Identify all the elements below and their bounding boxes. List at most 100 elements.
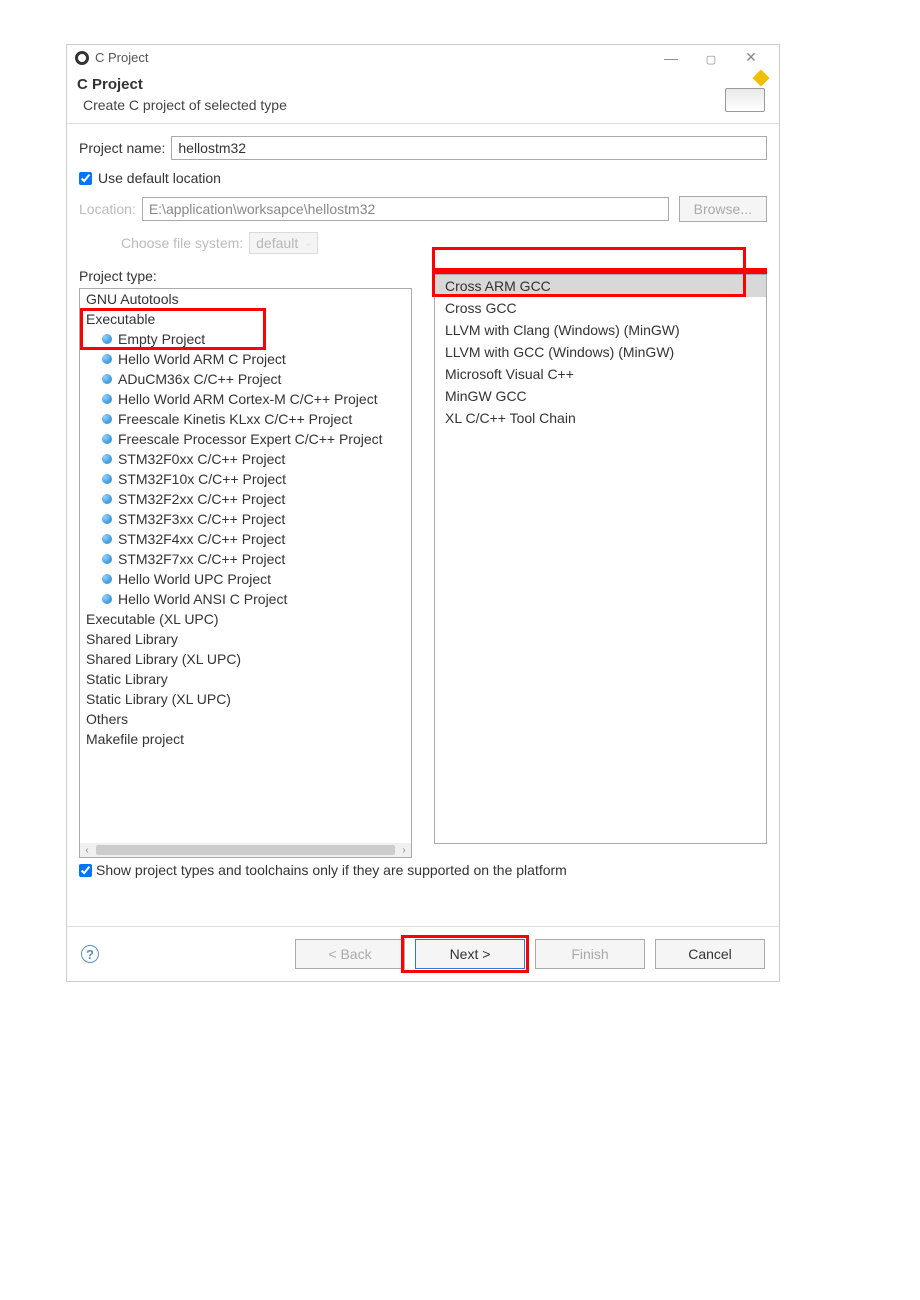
project-name-label: Project name: xyxy=(79,140,165,156)
project-type-item-label: Hello World ARM Cortex-M C/C++ Project xyxy=(118,391,378,407)
project-type-item-label: STM32F4xx C/C++ Project xyxy=(118,531,285,547)
project-type-item[interactable]: Hello World UPC Project xyxy=(80,569,411,589)
project-bullet-icon xyxy=(102,414,112,424)
project-type-item[interactable]: STM32F0xx C/C++ Project xyxy=(80,449,411,469)
use-default-location-label: Use default location xyxy=(98,170,221,186)
project-bullet-icon xyxy=(102,454,112,464)
project-type-item-label: Hello World UPC Project xyxy=(118,571,271,587)
browse-button: Browse... xyxy=(679,196,767,222)
project-type-item[interactable]: Static Library (XL UPC) xyxy=(80,689,411,709)
wizard-body: Project name: Use default location Locat… xyxy=(67,123,779,926)
project-type-item[interactable]: ADuCM36x C/C++ Project xyxy=(80,369,411,389)
project-type-item-label: STM32F0xx C/C++ Project xyxy=(118,451,285,467)
project-type-item[interactable]: STM32F3xx C/C++ Project xyxy=(80,509,411,529)
project-bullet-icon xyxy=(102,574,112,584)
page-subtitle: Create C project of selected type xyxy=(83,97,769,113)
project-type-item-label: Freescale Kinetis KLxx C/C++ Project xyxy=(118,411,352,427)
cancel-button[interactable]: Cancel xyxy=(655,939,765,969)
project-type-item[interactable]: Makefile project xyxy=(80,729,411,749)
project-type-item-label: STM32F2xx C/C++ Project xyxy=(118,491,285,507)
scroll-left-icon[interactable]: ‹ xyxy=(80,845,94,856)
project-bullet-icon xyxy=(102,594,112,604)
project-type-item[interactable]: Empty Project xyxy=(80,329,411,349)
toolchain-item[interactable]: LLVM with Clang (Windows) (MinGW) xyxy=(435,319,766,341)
window-title: C Project xyxy=(95,50,651,65)
back-button: < Back xyxy=(295,939,405,969)
project-type-label: Project type: xyxy=(79,268,412,284)
use-default-location-checkbox[interactable]: Use default location xyxy=(79,170,767,186)
project-type-item[interactable]: Hello World ARM C Project xyxy=(80,349,411,369)
project-type-item[interactable]: STM32F7xx C/C++ Project xyxy=(80,549,411,569)
project-type-item-label: Shared Library xyxy=(86,631,178,647)
project-bullet-icon xyxy=(102,394,112,404)
project-type-item-label: Executable xyxy=(86,311,155,327)
page-title: C Project xyxy=(77,76,769,93)
filesystem-select: default xyxy=(249,232,318,254)
toolchain-item[interactable]: LLVM with GCC (Windows) (MinGW) xyxy=(435,341,766,363)
project-type-item[interactable]: Hello World ARM Cortex-M C/C++ Project xyxy=(80,389,411,409)
project-type-item-label: STM32F7xx C/C++ Project xyxy=(118,551,285,567)
help-icon[interactable]: ? xyxy=(81,945,99,963)
project-type-item-label: Static Library (XL UPC) xyxy=(86,691,231,707)
project-type-item-label: ADuCM36x C/C++ Project xyxy=(118,371,281,387)
toolchain-item[interactable]: Cross ARM GCC xyxy=(435,275,766,297)
project-type-item[interactable]: STM32F2xx C/C++ Project xyxy=(80,489,411,509)
project-type-item-label: Static Library xyxy=(86,671,168,687)
project-type-item-label: Hello World ANSI C Project xyxy=(118,591,287,607)
project-type-item-label: GNU Autotools xyxy=(86,291,179,307)
toolchains-listbox[interactable]: Cross ARM GCCCross GCCLLVM with Clang (W… xyxy=(434,274,767,844)
project-bullet-icon xyxy=(102,354,112,364)
project-type-listbox[interactable]: GNU AutotoolsExecutableEmpty ProjectHell… xyxy=(79,288,412,858)
project-type-item[interactable]: Shared Library xyxy=(80,629,411,649)
project-bullet-icon xyxy=(102,494,112,504)
titlebar: C Project xyxy=(67,45,779,70)
supported-only-input[interactable] xyxy=(79,864,92,877)
maximize-button[interactable] xyxy=(691,50,731,66)
project-type-item-label: Executable (XL UPC) xyxy=(86,611,219,627)
project-type-item[interactable]: Hello World ANSI C Project xyxy=(80,589,411,609)
project-type-item-label: Shared Library (XL UPC) xyxy=(86,651,241,667)
project-type-item-label: STM32F3xx C/C++ Project xyxy=(118,511,285,527)
next-button[interactable]: Next > xyxy=(415,939,525,969)
project-type-item-label: Freescale Processor Expert C/C++ Project xyxy=(118,431,383,447)
supported-only-label: Show project types and toolchains only i… xyxy=(96,862,567,878)
project-bullet-icon xyxy=(102,474,112,484)
supported-only-checkbox[interactable]: Show project types and toolchains only i… xyxy=(79,862,767,878)
wizard-banner-icon xyxy=(717,72,769,116)
project-name-input[interactable] xyxy=(171,136,767,160)
minimize-button[interactable] xyxy=(651,50,691,66)
project-type-item[interactable]: GNU Autotools xyxy=(80,289,411,309)
project-bullet-icon xyxy=(102,534,112,544)
c-project-dialog: C Project C Project Create C project of … xyxy=(66,44,780,982)
scroll-thumb[interactable] xyxy=(96,845,395,855)
project-bullet-icon xyxy=(102,434,112,444)
horizontal-scrollbar[interactable]: ‹ › xyxy=(80,843,411,857)
use-default-location-input[interactable] xyxy=(79,172,92,185)
toolchain-item[interactable]: XL C/C++ Tool Chain xyxy=(435,407,766,429)
wizard-footer: ? < Back Next > Finish Cancel xyxy=(67,926,779,981)
toolchain-item[interactable]: Microsoft Visual C++ xyxy=(435,363,766,385)
toolchain-item[interactable]: Cross GCC xyxy=(435,297,766,319)
project-type-item[interactable]: Others xyxy=(80,709,411,729)
project-type-item[interactable]: Freescale Kinetis KLxx C/C++ Project xyxy=(80,409,411,429)
project-type-item[interactable]: Freescale Processor Expert C/C++ Project xyxy=(80,429,411,449)
close-button[interactable] xyxy=(731,49,771,66)
project-type-item[interactable]: Static Library xyxy=(80,669,411,689)
project-bullet-icon xyxy=(102,334,112,344)
app-icon xyxy=(75,51,89,65)
toolchain-item[interactable]: MinGW GCC xyxy=(435,385,766,407)
finish-button: Finish xyxy=(535,939,645,969)
location-label: Location: xyxy=(79,201,136,217)
project-type-item-label: STM32F10x C/C++ Project xyxy=(118,471,286,487)
scroll-right-icon[interactable]: › xyxy=(397,845,411,856)
project-type-item[interactable]: Executable (XL UPC) xyxy=(80,609,411,629)
project-bullet-icon xyxy=(102,374,112,384)
project-type-item[interactable]: Shared Library (XL UPC) xyxy=(80,649,411,669)
project-bullet-icon xyxy=(102,514,112,524)
project-type-item[interactable]: STM32F10x C/C++ Project xyxy=(80,469,411,489)
wizard-header: C Project Create C project of selected t… xyxy=(67,70,779,123)
project-bullet-icon xyxy=(102,554,112,564)
project-type-item[interactable]: STM32F4xx C/C++ Project xyxy=(80,529,411,549)
filesystem-label: Choose file system: xyxy=(121,235,243,251)
project-type-item[interactable]: Executable xyxy=(80,309,411,329)
